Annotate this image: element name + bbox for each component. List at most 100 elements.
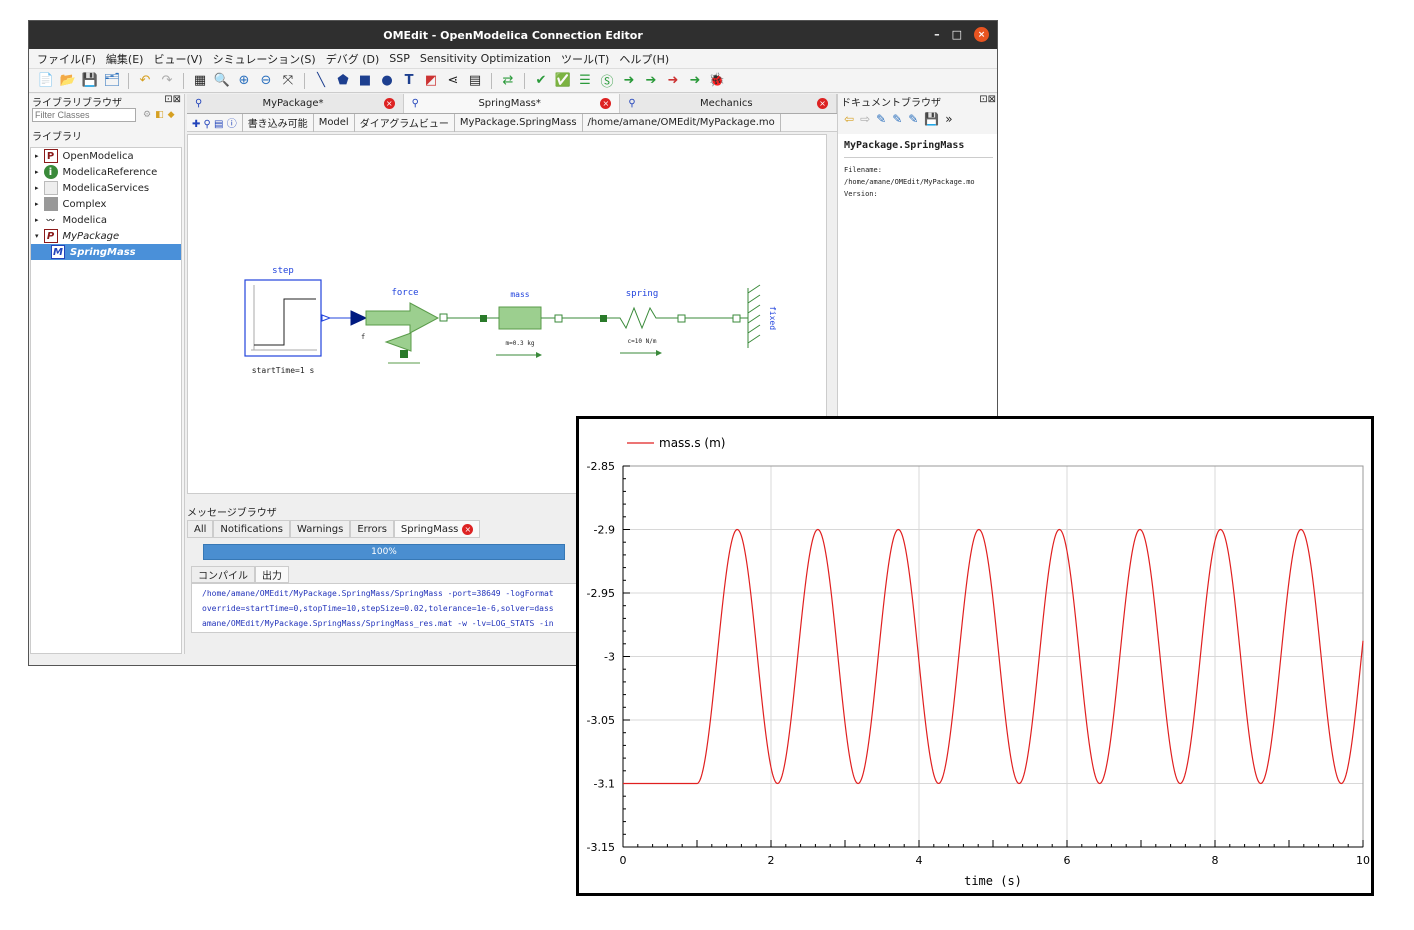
save-doc-icon[interactable]: 💾 bbox=[924, 112, 939, 126]
tab-mechanics[interactable]: ⚲ Mechanics × bbox=[620, 94, 838, 113]
connect-mode-icon[interactable]: ⋖ bbox=[444, 72, 462, 90]
menu-ssp[interactable]: SSP bbox=[389, 52, 410, 65]
expand-arrow-icon[interactable]: ▸ bbox=[35, 168, 39, 176]
model-tabs: ⚲ MyPackage* × ⚲ SpringMass* × ⚲ Mechani… bbox=[187, 94, 838, 114]
edit-header-icon[interactable]: ✎ bbox=[908, 112, 918, 126]
msg-tab-all[interactable]: All bbox=[187, 520, 214, 538]
tree-item-modelicaservices[interactable]: ▸ ModelicaServices bbox=[31, 180, 181, 196]
zoom-reset-icon[interactable]: 🔍 bbox=[213, 72, 231, 90]
expand-arrow-icon[interactable]: ▸ bbox=[35, 184, 39, 192]
tree-item-modelica[interactable]: ▸ 〰 Modelica bbox=[31, 212, 181, 228]
check-model-icon[interactable]: ✔ bbox=[532, 72, 550, 90]
edit-revisions-icon[interactable]: ✎ bbox=[892, 112, 902, 126]
expand-arrow-icon[interactable]: ▸ bbox=[35, 216, 39, 224]
step-block[interactable]: step startTime=1 s bbox=[244, 266, 322, 375]
close-tab-icon[interactable]: × bbox=[817, 98, 828, 109]
fit-icon[interactable]: ⤧ bbox=[279, 72, 297, 90]
tree-item-complex[interactable]: ▸ Complex bbox=[31, 196, 181, 212]
tree-item-modelicareference[interactable]: ▸ i ModelicaReference bbox=[31, 164, 181, 180]
filter-options-icon[interactable]: ⚙ bbox=[143, 110, 151, 120]
expand-all-icon[interactable]: ◆ bbox=[168, 110, 175, 120]
menu-view[interactable]: ビュー(V) bbox=[153, 51, 202, 67]
menu-debug[interactable]: デバグ (D) bbox=[326, 51, 380, 67]
msg-tab-notifications[interactable]: Notifications bbox=[213, 520, 290, 538]
collapse-all-icon[interactable]: ◧ bbox=[155, 110, 164, 120]
fixed-block[interactable]: fixed bbox=[732, 284, 777, 348]
mass-block[interactable]: mass m=0.3 kg bbox=[480, 290, 563, 358]
close-button[interactable]: × bbox=[974, 27, 989, 42]
maximize-button[interactable]: □ bbox=[952, 28, 962, 41]
zoom-in-icon[interactable]: ⊕ bbox=[235, 72, 253, 90]
msg-tab-springmass[interactable]: SpringMass × bbox=[393, 520, 481, 538]
tab-springmass[interactable]: ⚲ SpringMass* × bbox=[403, 94, 621, 113]
polygon-icon[interactable]: ⬟ bbox=[334, 72, 352, 90]
check-all-icon[interactable]: ✅ bbox=[554, 72, 572, 90]
undo-icon[interactable]: ↶ bbox=[136, 72, 154, 90]
simulate-algorithmic-debug-icon[interactable]: ➜ bbox=[686, 72, 704, 90]
forward-icon[interactable]: ⇨ bbox=[860, 112, 870, 126]
save-all-icon[interactable]: 🗂 bbox=[103, 72, 121, 90]
msg-tab-errors[interactable]: Errors bbox=[350, 520, 394, 538]
x-tick-label: 10 bbox=[1356, 854, 1370, 867]
simulate-debug-icon[interactable]: ➔ bbox=[642, 72, 660, 90]
line-icon[interactable]: ╲ bbox=[312, 72, 330, 90]
open-folder-icon[interactable]: 📂 bbox=[59, 72, 77, 90]
grid-icon[interactable]: ▦ bbox=[191, 72, 209, 90]
step-output-port[interactable] bbox=[321, 314, 332, 322]
panel-controls-icon[interactable]: ⊡⊠ bbox=[164, 94, 181, 108]
main-toolbar: 📄 📂 💾 🗂 ↶ ↷ ▦ 🔍 ⊕ ⊖ ⤧ ╲ ⬟ ■ ● T ◩ ⋖ ▤ ⇄ … bbox=[29, 69, 997, 93]
y-tick-label: -2.95 bbox=[587, 587, 615, 600]
tree-item-openmodelica[interactable]: ▸ P OpenModelica bbox=[31, 148, 181, 164]
switch-icon[interactable]: ⇄ bbox=[499, 72, 517, 90]
tab-mypackage[interactable]: ⚲ MyPackage* × bbox=[187, 94, 404, 113]
force-block[interactable]: f force bbox=[350, 288, 448, 364]
x-tick-label: 2 bbox=[768, 854, 775, 867]
library-header: ライブラリブラウザ ⊡⊠ bbox=[29, 94, 184, 109]
subtab-compile[interactable]: コンパイル bbox=[191, 566, 255, 583]
back-icon[interactable]: ⇦ bbox=[844, 112, 854, 126]
debugger-icon[interactable]: 🐞 bbox=[708, 72, 726, 90]
zoom-out-icon[interactable]: ⊖ bbox=[257, 72, 275, 90]
subtab-output[interactable]: 出力 bbox=[255, 566, 289, 583]
x-axis-label: time (s) bbox=[964, 874, 1022, 888]
menu-edit[interactable]: 編集(E) bbox=[106, 51, 144, 67]
menu-file[interactable]: ファイル(F) bbox=[37, 51, 96, 67]
filter-classes-input[interactable] bbox=[32, 108, 136, 122]
new-file-icon[interactable]: 📄 bbox=[37, 72, 55, 90]
menu-simulation[interactable]: シミュレーション(S) bbox=[213, 51, 316, 67]
spring-param-label: c=10 N/m bbox=[628, 338, 657, 345]
simulation-setup-icon[interactable]: Ⓢ bbox=[598, 72, 616, 90]
rectangle-icon[interactable]: ■ bbox=[356, 72, 374, 90]
close-tab-icon[interactable]: × bbox=[462, 523, 474, 535]
menu-sensitivity[interactable]: Sensitivity Optimization bbox=[420, 52, 551, 65]
tree-item-label: MyPackage bbox=[62, 230, 120, 242]
tree-item-mypackage[interactable]: ▾ P MyPackage bbox=[31, 228, 181, 244]
tree-item-springmass[interactable]: M SpringMass bbox=[31, 244, 181, 260]
transition-mode-icon[interactable]: ▤ bbox=[466, 72, 484, 90]
expand-arrow-icon[interactable]: ▸ bbox=[35, 200, 39, 208]
more-icon[interactable]: » bbox=[945, 112, 952, 126]
minimize-button[interactable]: – bbox=[934, 28, 940, 41]
expand-arrow-icon[interactable]: ▸ bbox=[35, 152, 39, 160]
menu-help[interactable]: ヘルプ(H) bbox=[619, 51, 669, 67]
close-tab-icon[interactable]: × bbox=[600, 98, 612, 109]
edit-info-icon[interactable]: ✎ bbox=[876, 112, 886, 126]
icon-view-buttons[interactable]: ✚ ⚲ ▤ ⓘ bbox=[187, 113, 243, 132]
msg-tab-warnings[interactable]: Warnings bbox=[290, 520, 351, 538]
spring-block[interactable]: spring c=10 N/m bbox=[600, 289, 686, 356]
save-icon[interactable]: 💾 bbox=[81, 72, 99, 90]
simulate-transformational-debug-icon[interactable]: ➜ bbox=[664, 72, 682, 90]
text-icon[interactable]: T bbox=[400, 72, 418, 90]
panel-controls-icon[interactable]: ⊡⊠ bbox=[979, 94, 996, 108]
close-tab-icon[interactable]: × bbox=[383, 98, 395, 109]
ellipse-icon[interactable]: ● bbox=[378, 72, 396, 90]
redo-icon[interactable]: ↷ bbox=[158, 72, 176, 90]
menu-tools[interactable]: ツール(T) bbox=[561, 51, 609, 67]
instantiate-icon[interactable]: ☰ bbox=[576, 72, 594, 90]
simulate-icon[interactable]: ➜ bbox=[620, 72, 638, 90]
bitmap-icon[interactable]: ◩ bbox=[422, 72, 440, 90]
y-tick-label: -3.15 bbox=[587, 841, 615, 854]
collapse-arrow-icon[interactable]: ▾ bbox=[35, 232, 39, 240]
y-tick-label: -3.05 bbox=[587, 714, 615, 727]
mass-label: mass bbox=[510, 290, 529, 299]
